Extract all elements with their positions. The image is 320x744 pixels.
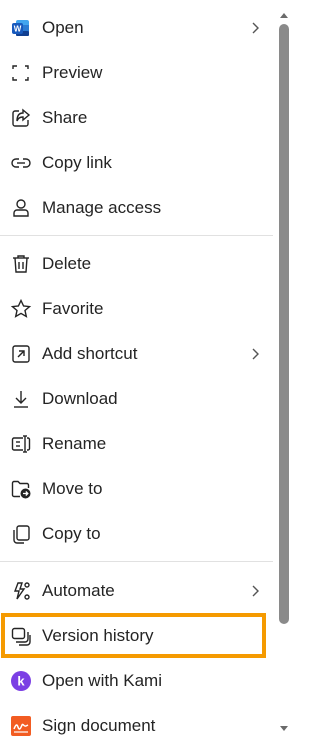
word-icon: W [10, 17, 32, 39]
menu-item-label: Automate [42, 581, 115, 600]
person-icon [10, 197, 32, 219]
menu-divider [0, 561, 273, 562]
menu-item-sign-document[interactable]: Sign document [0, 708, 273, 744]
scrollbar-thumb[interactable] [279, 24, 289, 624]
preview-icon [10, 62, 32, 84]
menu-item-open[interactable]: W Open [0, 10, 273, 46]
menu-item-download[interactable]: Download [0, 381, 273, 417]
menu-item-share[interactable]: Share [0, 100, 273, 136]
menu-item-automate[interactable]: Automate [0, 573, 273, 609]
menu-item-label: Delete [42, 254, 92, 273]
menu-item-label: Add shortcut [42, 344, 138, 363]
menu-item-copy-link[interactable]: Copy link [0, 145, 273, 181]
copy-icon [10, 523, 32, 545]
shortcut-icon [10, 343, 32, 365]
menu-item-label: Download [42, 389, 118, 408]
move-folder-icon [10, 478, 32, 500]
menu-item-label: Favorite [42, 299, 104, 318]
sign-document-icon [10, 715, 32, 737]
menu-item-add-shortcut[interactable]: Add shortcut [0, 336, 273, 372]
svg-text:W: W [14, 25, 22, 34]
download-icon [10, 388, 32, 410]
menu-item-copy-to[interactable]: Copy to [0, 516, 273, 552]
menu-item-rename[interactable]: Rename [0, 426, 273, 462]
menu-item-preview[interactable]: Preview [0, 55, 273, 91]
chevron-right-icon [247, 20, 263, 36]
link-icon [10, 152, 32, 174]
menu-item-label: Rename [42, 434, 107, 453]
rename-icon [10, 433, 32, 455]
menu-item-label: Sign document [42, 716, 156, 735]
svg-text:k: k [17, 674, 25, 689]
kami-icon: k [10, 670, 32, 692]
menu-item-move-to[interactable]: Move to [0, 471, 273, 507]
menu-item-label: Copy link [42, 153, 112, 172]
menu-item-favorite[interactable]: Favorite [0, 291, 273, 327]
scroll-up-arrow-icon[interactable] [277, 8, 291, 20]
menu-item-label: Preview [42, 63, 103, 82]
star-icon [10, 298, 32, 320]
menu-item-label: Open with Kami [42, 671, 162, 690]
menu-item-label: Share [42, 108, 88, 127]
trash-icon [10, 253, 32, 275]
menu-item-label: Manage access [42, 198, 162, 217]
context-menu: W Open Preview Share Copy link Manage ac… [0, 0, 273, 742]
scroll-down-arrow-icon[interactable] [277, 722, 291, 734]
menu-item-label: Open [42, 18, 84, 37]
chevron-right-icon [247, 346, 263, 362]
menu-item-delete[interactable]: Delete [0, 246, 273, 282]
menu-item-label: Move to [42, 479, 103, 498]
menu-divider [0, 235, 273, 236]
automate-icon [10, 580, 32, 602]
menu-item-label: Copy to [42, 524, 101, 543]
menu-item-open-with-kami[interactable]: k Open with Kami [0, 663, 273, 699]
share-icon [10, 107, 32, 129]
version-history-highlight [1, 613, 266, 658]
chevron-right-icon [247, 583, 263, 599]
menu-item-manage-access[interactable]: Manage access [0, 190, 273, 226]
